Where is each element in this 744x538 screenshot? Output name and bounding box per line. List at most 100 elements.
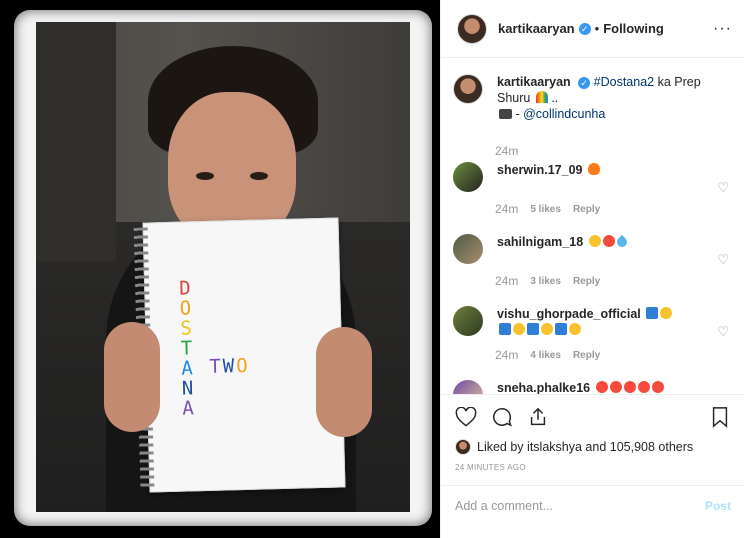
notebook-letter: D xyxy=(178,277,191,300)
comment-username[interactable]: sneha.phalke16 xyxy=(497,381,590,394)
likes-prefix: Liked by xyxy=(477,440,524,454)
photo-eye-left xyxy=(196,172,214,180)
clapperboard-emoji-icon xyxy=(499,109,512,119)
comment-username[interactable]: sherwin.17_09 xyxy=(497,163,582,177)
post-side-panel: kartikaaryan ✓ • Following ··· kartikaar… xyxy=(440,0,744,538)
anchor-emoji-icon xyxy=(499,323,511,335)
post-button[interactable]: Post xyxy=(705,499,731,513)
verified-icon: ✓ xyxy=(578,22,591,35)
commenter-avatar[interactable] xyxy=(453,306,483,336)
heart-eyes-emoji-icon xyxy=(602,235,615,247)
fire-emoji-icon xyxy=(587,163,600,175)
photo-hand-left xyxy=(104,322,160,432)
wink-emoji-icon xyxy=(569,323,581,335)
cool-emoji-icon xyxy=(588,235,601,247)
blue-heart-emoji-icon xyxy=(614,234,629,250)
heart-eyes-emoji-icon xyxy=(651,381,664,393)
comment-row: sahilnigam_18 ♡ xyxy=(453,234,729,267)
anchor-emoji-icon xyxy=(527,323,539,335)
photo-eye-right xyxy=(250,172,268,180)
comment-text: sahilnigam_18 xyxy=(497,234,729,250)
like-icon[interactable] xyxy=(455,406,477,428)
caption-credit-prefix: - xyxy=(512,107,524,121)
comment-meta: 24m 5 likes Reply xyxy=(495,202,729,216)
add-comment-bar: Post xyxy=(441,485,744,525)
share-icon[interactable] xyxy=(527,406,549,428)
likes-first-user[interactable]: itslakshya xyxy=(527,440,582,454)
heart-eyes-emoji-icon xyxy=(637,381,650,393)
more-options-icon[interactable]: ··· xyxy=(713,20,732,38)
notebook-letter: O xyxy=(235,354,250,378)
author-username[interactable]: kartikaaryan xyxy=(498,21,575,36)
comment-text: vishu_ghorpade_official xyxy=(497,306,729,338)
heart-eyes-emoji-icon xyxy=(595,381,608,393)
post-header: kartikaaryan ✓ • Following ··· xyxy=(441,0,744,58)
comment-reply-button[interactable]: Reply xyxy=(573,276,600,287)
comment-like-icon[interactable]: ♡ xyxy=(717,252,729,268)
caption-hashtag[interactable]: #Dostana2 xyxy=(594,75,654,89)
liker-avatar[interactable] xyxy=(455,439,471,455)
following-button[interactable]: Following xyxy=(603,21,664,36)
notebook-letter: A xyxy=(181,357,194,380)
wink-emoji-icon xyxy=(541,323,553,335)
comment-meta: 24m 4 likes Reply xyxy=(495,348,729,362)
post-photo-pane: DOSTANA TWO xyxy=(0,0,440,538)
comment-icon[interactable] xyxy=(491,406,513,428)
author-avatar[interactable] xyxy=(457,13,487,44)
caption: kartikaaryan ✓ #Dostana2 ka Prep Shuru .… xyxy=(453,74,729,122)
comment-text: sherwin.17_09 xyxy=(497,162,729,178)
comment-likes[interactable]: 4 likes xyxy=(530,350,561,361)
comment-meta: 24m 3 likes Reply xyxy=(495,274,729,288)
caption-time: 24m xyxy=(495,144,519,158)
comment-text: sneha.phalke16 xyxy=(497,380,729,394)
heart-eyes-emoji-icon xyxy=(609,381,622,393)
caption-meta: 24m xyxy=(495,144,729,158)
notebook-letter: T xyxy=(180,337,193,360)
notebook-letter: W xyxy=(222,355,237,378)
comment-reply-button[interactable]: Reply xyxy=(573,350,600,361)
photo-door xyxy=(36,22,116,262)
comment-username[interactable]: sahilnigam_18 xyxy=(497,235,583,249)
comment-likes[interactable]: 3 likes xyxy=(530,276,561,287)
comment-row: sherwin.17_09 ♡ xyxy=(453,162,729,195)
verified-icon: ✓ xyxy=(578,76,591,89)
comment-username[interactable]: vishu_ghorpade_official xyxy=(497,307,641,321)
heart-eyes-emoji-icon xyxy=(623,381,636,393)
notebook-letter: T xyxy=(209,355,224,378)
bookmark-icon[interactable] xyxy=(709,406,731,428)
comment-reply-button[interactable]: Reply xyxy=(573,204,600,215)
caption-username[interactable]: kartikaaryan xyxy=(497,75,571,89)
comment-row: vishu_ghorpade_official ♡ xyxy=(453,306,729,340)
comment-time: 24m xyxy=(495,348,519,362)
comment-input[interactable] xyxy=(455,498,705,513)
action-icons xyxy=(455,403,731,431)
rainbow-emoji-icon xyxy=(535,91,548,103)
commenter-avatar[interactable] xyxy=(453,234,483,264)
comments-list[interactable]: kartikaaryan ✓ #Dostana2 ka Prep Shuru .… xyxy=(441,58,744,394)
photo-frame: DOSTANA TWO xyxy=(14,10,432,526)
notebook-word-dostana: DOSTANA xyxy=(178,277,195,420)
post-image[interactable]: DOSTANA TWO xyxy=(36,22,410,512)
comment-likes[interactable]: 5 likes xyxy=(530,204,561,215)
likes-others[interactable]: 105,908 others xyxy=(610,440,693,454)
likes-middle: and xyxy=(585,440,607,454)
anchor-emoji-icon xyxy=(555,323,567,335)
caption-avatar[interactable] xyxy=(453,74,483,104)
comment-time: 24m xyxy=(495,202,519,216)
caption-ellipsis: .. xyxy=(547,91,559,105)
notebook-letter: O xyxy=(179,297,192,320)
post-timestamp[interactable]: 24 MINUTES AGO xyxy=(455,463,731,472)
wink-emoji-icon xyxy=(513,323,525,335)
wink-emoji-icon xyxy=(660,307,673,319)
comment-like-icon[interactable]: ♡ xyxy=(717,180,729,196)
commenter-avatar[interactable] xyxy=(453,380,483,394)
comment-time: 24m xyxy=(495,274,519,288)
caption-mention[interactable]: @collindcunha xyxy=(523,107,605,121)
commenter-avatar[interactable] xyxy=(453,162,483,192)
notebook-letter: A xyxy=(182,397,195,420)
photo-hand-right xyxy=(316,327,372,437)
header-separator: • xyxy=(594,21,600,36)
notebook-letter: N xyxy=(181,377,194,400)
comment-like-icon[interactable]: ♡ xyxy=(717,324,729,340)
comment-row: sneha.phalke16 ♡ xyxy=(453,380,729,394)
